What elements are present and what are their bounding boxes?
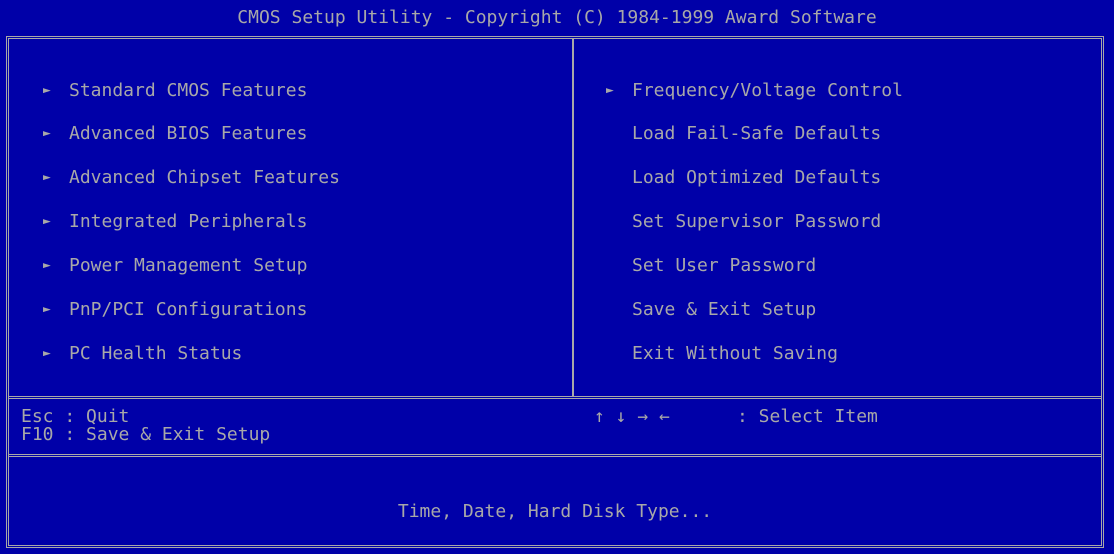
menu-item-standard-cmos-features[interactable]: ► Standard CMOS Features — [43, 79, 307, 103]
window-title: CMOS Setup Utility - Copyright (C) 1984-… — [0, 0, 1114, 36]
menu-item-advanced-chipset-features[interactable]: ► Advanced Chipset Features — [43, 166, 340, 190]
menu-right-column: ► Frequency/Voltage Control Load Fail-Saf… — [575, 39, 1101, 396]
menu-item-set-supervisor-password[interactable]: Set Supervisor Password — [632, 210, 881, 234]
menu-item-integrated-peripherals[interactable]: ► Integrated Peripherals — [43, 210, 307, 234]
item-description: Time, Date, Hard Disk Type... — [397, 501, 713, 522]
menu-item-label: Exit Without Saving — [632, 343, 838, 364]
submenu-arrow-icon: ► — [43, 346, 51, 361]
menu-item-pc-health-status[interactable]: ► PC Health Status — [43, 342, 242, 366]
arrow-keys-icon: ↑ ↓ → ← — [594, 406, 670, 427]
bios-main-frame: ► Standard CMOS Features ► Advanced BIOS F… — [6, 36, 1104, 548]
column-divider — [572, 39, 574, 396]
menu-item-label: Advanced Chipset Features — [69, 167, 340, 188]
menu-item-save-exit-setup[interactable]: Save & Exit Setup — [632, 298, 816, 322]
menu-item-label: Power Management Setup — [69, 255, 308, 276]
menu-item-set-user-password[interactable]: Set User Password — [632, 254, 816, 278]
menu-item-label: Set Supervisor Password — [632, 211, 882, 232]
menu-item-pnp-pci-configurations[interactable]: ► PnP/PCI Configurations — [43, 298, 307, 322]
menu-item-label: Frequency/Voltage Control — [632, 80, 903, 101]
menu-item-label: Load Optimized Defaults — [632, 167, 882, 188]
menu-item-label: PC Health Status — [69, 343, 243, 364]
help-area: Esc : Quit F10 : Save & Exit Setup ↑ ↓ →… — [9, 399, 1101, 453]
menu-item-label: Standard CMOS Features — [69, 80, 308, 101]
submenu-arrow-icon: ► — [43, 126, 51, 141]
help-select-item: : Select Item — [737, 406, 878, 427]
submenu-arrow-icon: ► — [43, 170, 51, 185]
status-area: Time, Date, Hard Disk Type... — [9, 457, 1101, 545]
menu-area: ► Standard CMOS Features ► Advanced BIOS F… — [9, 39, 1101, 396]
menu-item-frequency-voltage-control[interactable]: ► Frequency/Voltage Control — [606, 79, 903, 103]
submenu-arrow-icon: ► — [606, 83, 614, 98]
menu-item-load-optimized-defaults[interactable]: Load Optimized Defaults — [632, 166, 881, 190]
menu-item-label: Set User Password — [632, 255, 817, 276]
menu-left-column: ► Standard CMOS Features ► Advanced BIOS F… — [9, 39, 572, 396]
submenu-arrow-icon: ► — [43, 214, 51, 229]
submenu-arrow-icon: ► — [43, 83, 51, 98]
menu-item-label: Load Fail-Safe Defaults — [632, 123, 882, 144]
menu-item-label: Advanced BIOS Features — [69, 123, 308, 144]
menu-item-exit-without-saving[interactable]: Exit Without Saving — [632, 342, 838, 366]
menu-item-label: Save & Exit Setup — [632, 299, 817, 320]
menu-item-power-management-setup[interactable]: ► Power Management Setup — [43, 254, 307, 278]
menu-item-load-fail-safe-defaults[interactable]: Load Fail-Safe Defaults — [632, 122, 881, 146]
menu-item-label: Integrated Peripherals — [69, 211, 308, 232]
menu-item-advanced-bios-features[interactable]: ► Advanced BIOS Features — [43, 122, 307, 146]
submenu-arrow-icon: ► — [43, 302, 51, 317]
submenu-arrow-icon: ► — [43, 258, 51, 273]
help-f10-save-exit: F10 : Save & Exit Setup — [21, 424, 271, 445]
menu-item-label: PnP/PCI Configurations — [69, 299, 308, 320]
